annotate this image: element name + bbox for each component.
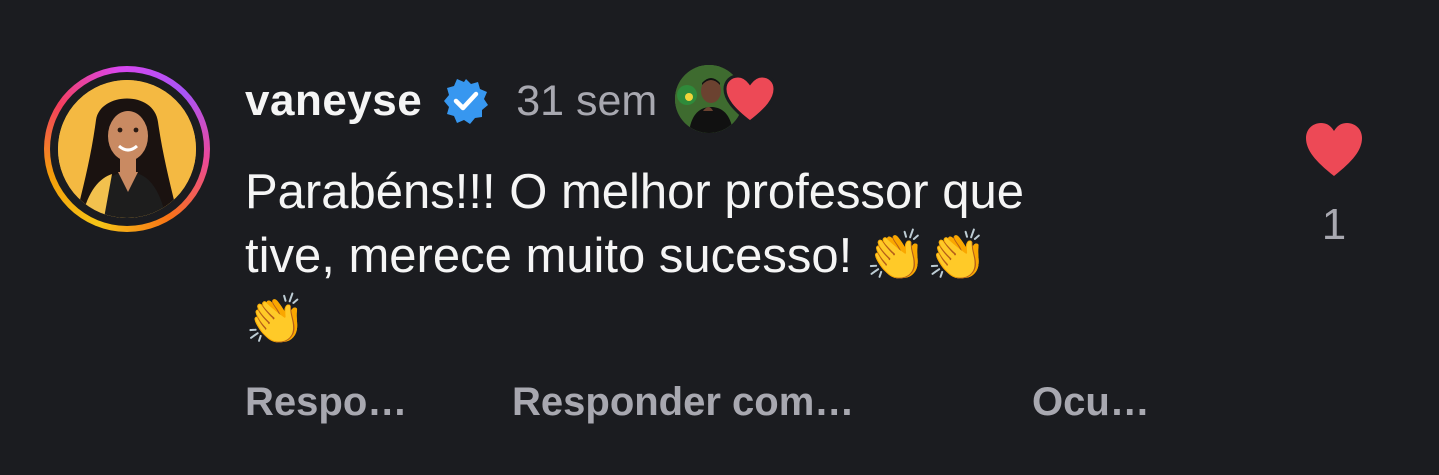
like-count: 1 [1321,200,1347,249]
commenter-avatar[interactable] [44,66,210,232]
comment-text-line: Parabéns!!! O melhor professor que [245,165,1024,219]
comment-timestamp: 31 sem [516,76,658,125]
comment-text-line: 👏 [245,293,307,347]
reply-button[interactable]: Respo… [245,380,407,425]
comment-text-line: tive, merece muito sucesso! 👏👏 [245,229,988,283]
hide-button[interactable]: Ocu… [1032,380,1150,425]
avatar-image [58,80,196,218]
like-section: 1 [1296,122,1372,250]
heart-icon [723,75,777,124]
verified-badge-icon [444,79,489,124]
comment-item: vaneyse 31 sem Parabéns!!! O melhor prof… [0,0,1439,475]
comment-header: vaneyse 31 sem [245,65,779,137]
comment-text: Parabéns!!! O melhor professor que tive,… [245,160,1245,352]
username[interactable]: vaneyse [245,76,422,126]
liked-by-creator [675,65,779,137]
like-heart-icon[interactable] [1304,122,1364,178]
reply-with-button[interactable]: Responder com… [512,380,854,425]
